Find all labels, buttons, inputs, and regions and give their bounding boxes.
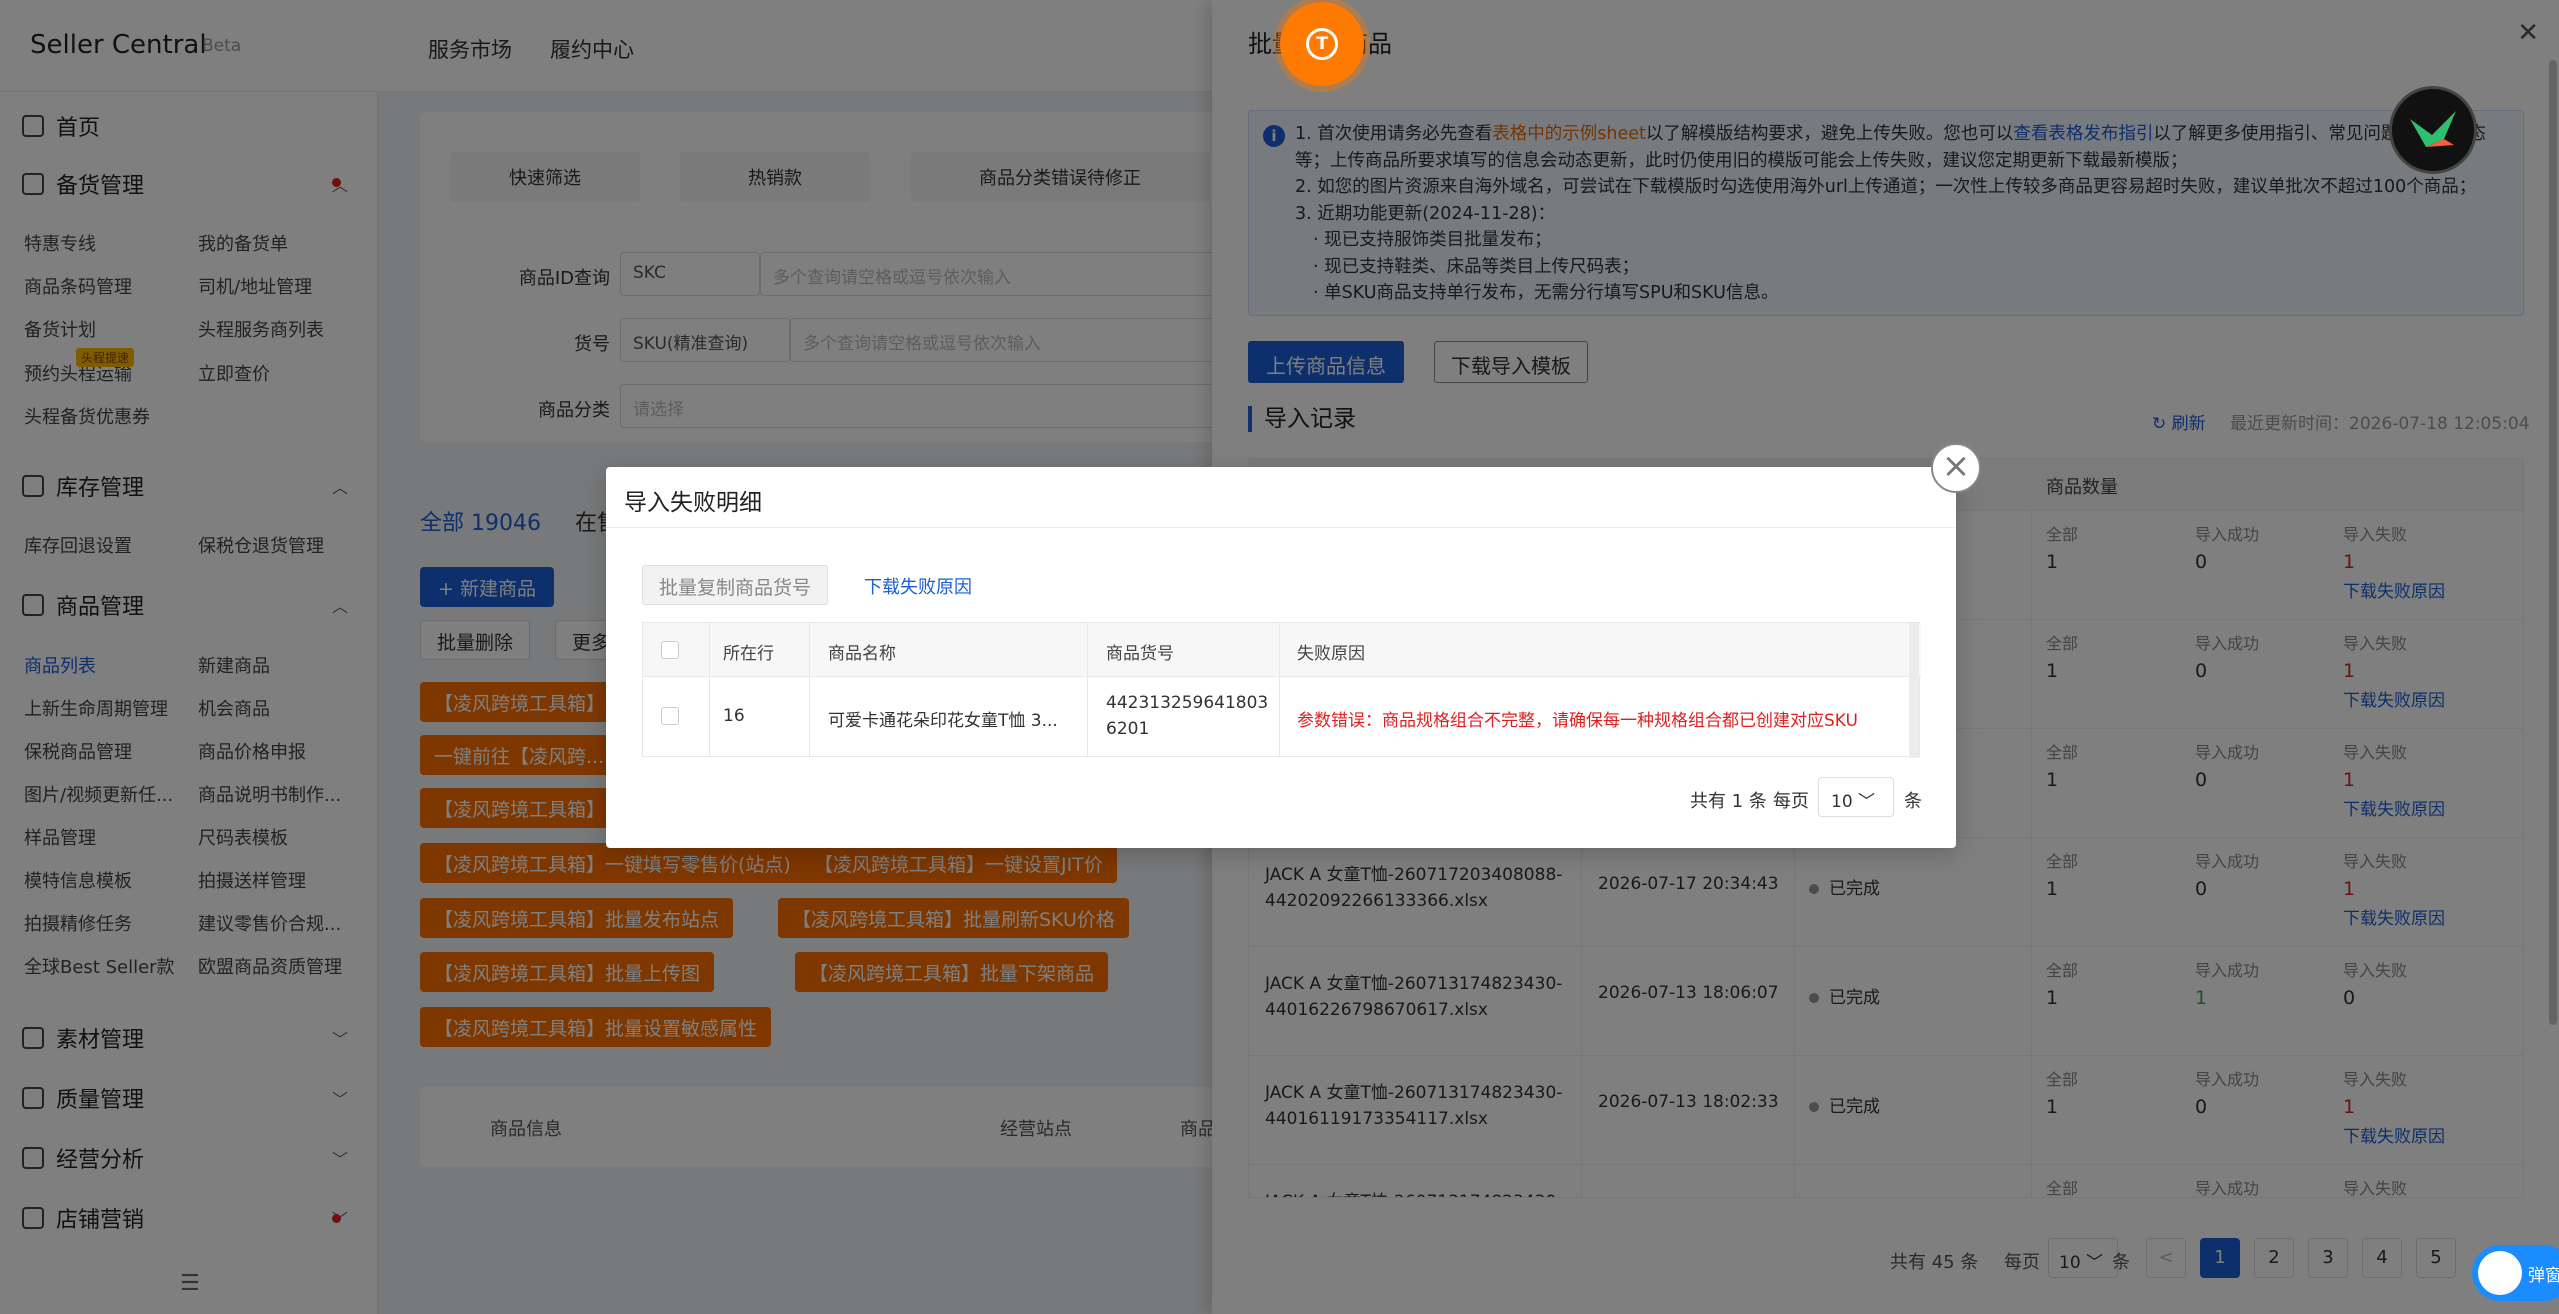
pager-unit: 条 [1904, 791, 1922, 812]
divider [606, 527, 1956, 528]
row-sku-part1: 442313259641803 [1106, 693, 1269, 713]
pager-per-page: 每页 [1773, 791, 1809, 812]
column-header: 商品货号 [1106, 644, 1174, 664]
row-checkbox[interactable] [661, 707, 679, 725]
table-row: 16 可爱卡通花朵印花女童T恤 3... 442313259641803 620… [643, 677, 1921, 757]
floating-tool-button[interactable]: T [1280, 2, 1364, 86]
floating-extension-logo[interactable] [2389, 86, 2477, 174]
toggle-knob [2478, 1251, 2522, 1295]
column-header: 失败原因 [1297, 644, 1365, 664]
pager-total: 共有 1 条 [1690, 791, 1767, 812]
page-size-select[interactable]: 10 ﹀ [1818, 777, 1894, 817]
failure-table: 所在行 商品名称 商品货号 失败原因 16 可爱卡通花朵印花女童T恤 3... … [642, 622, 1921, 758]
column-divider [809, 623, 810, 756]
bird-logo-icon [2410, 111, 2456, 147]
batch-copy-sku-button[interactable]: 批量复制商品货号 [642, 565, 829, 605]
row-sku-part2: 6201 [1106, 719, 1150, 739]
download-failure-reason-link[interactable]: 下载失败原因 [864, 573, 972, 599]
column-header: 商品名称 [828, 644, 896, 664]
close-icon[interactable]: × [1931, 443, 1981, 493]
table-scrollbar[interactable] [1909, 623, 1919, 758]
column-header: 所在行 [723, 644, 774, 664]
t-logo-icon: T [1306, 28, 1338, 60]
toggle-label: 弹窗 [2528, 1266, 2559, 1286]
column-divider [709, 623, 710, 756]
table-header: 所在行 商品名称 商品货号 失败原因 [643, 623, 1921, 677]
row-line-number: 16 [723, 706, 745, 726]
row-failure-reason: 参数错误：商品规格组合不完整，请确保每一种规格组合都已创建对应SKU [1297, 711, 1858, 731]
modal-title: 导入失败明细 [624, 490, 762, 516]
column-divider [1279, 623, 1280, 756]
select-all-checkbox[interactable] [661, 641, 679, 659]
column-divider [1087, 623, 1088, 756]
row-product-name: 可爱卡通花朵印花女童T恤 3... [828, 711, 1058, 731]
import-failure-modal: 导入失败明细 × 批量复制商品货号 下载失败原因 所在行 商品名称 商品货号 失… [606, 443, 1981, 848]
popup-toggle[interactable]: 弹窗 [2472, 1245, 2559, 1301]
